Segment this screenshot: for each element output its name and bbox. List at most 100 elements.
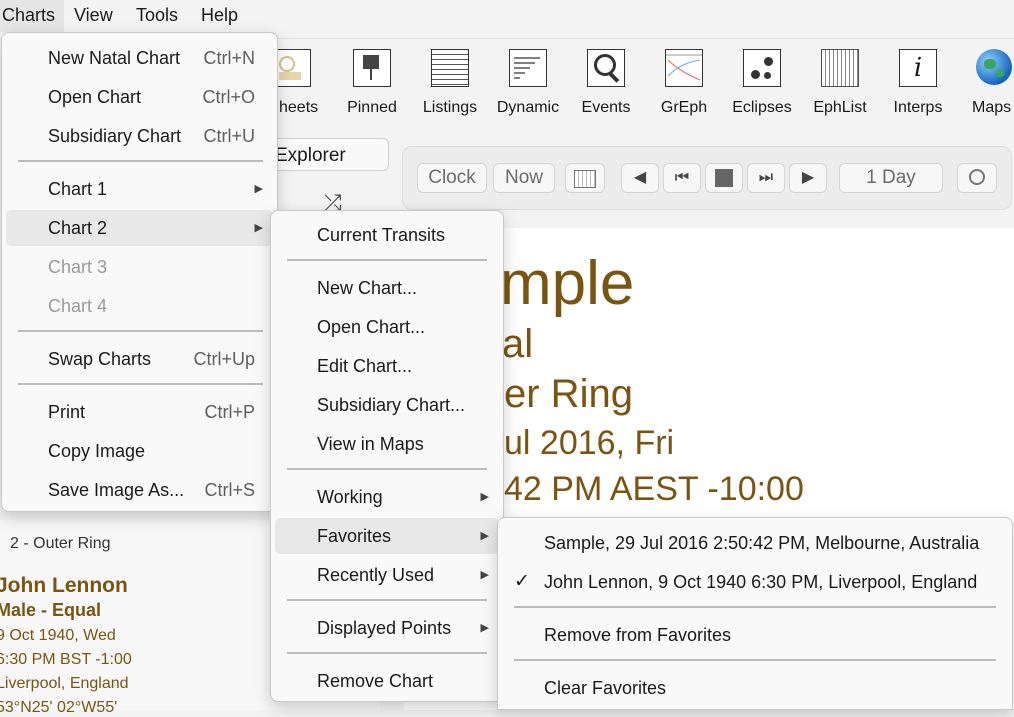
toolbar-ephlist-button[interactable]: EphList xyxy=(812,49,868,117)
menu-item-new-chart[interactable]: New Chart... xyxy=(275,270,499,306)
menu-item-remove-chart[interactable]: Remove Chart xyxy=(275,663,499,699)
now-button[interactable]: Now xyxy=(493,163,555,193)
skip-back-icon: ⏮ xyxy=(674,169,690,186)
menu-separator xyxy=(18,383,263,385)
menu-item-favorites[interactable]: Favorites ▶ xyxy=(275,518,499,554)
birth-time: 6:30 PM BST -1:00 xyxy=(0,651,132,668)
favorite-item-sample[interactable]: Sample, 29 Jul 2016 2:50:42 PM, Melbourn… xyxy=(502,525,1008,561)
menu-item-edit-chart[interactable]: Edit Chart... xyxy=(275,348,499,384)
chevron-right-icon: ▶ xyxy=(254,183,263,195)
stop-button[interactable] xyxy=(705,163,743,193)
menu-item-subsidiary-chart[interactable]: Subsidiary Chart... xyxy=(275,387,499,423)
menu-item-current-transits[interactable]: Current Transits xyxy=(275,217,499,253)
triangle-right-icon: ▶ xyxy=(801,169,815,186)
toolbar-listings-button[interactable]: Listings xyxy=(420,49,480,117)
menu-separator xyxy=(514,606,996,608)
graph-ephemeris-icon xyxy=(665,49,703,87)
menu-item-recently-used[interactable]: Recently Used ▶ xyxy=(275,557,499,593)
favorite-item-john-lennon[interactable]: ✓ John Lennon, 9 Oct 1940 6:30 PM, Liver… xyxy=(502,564,1008,600)
menu-item-clear-favorites[interactable]: Clear Favorites xyxy=(502,670,1008,706)
toolbar-events-button[interactable]: Events xyxy=(580,49,632,117)
chevron-right-icon: ▶ xyxy=(480,569,489,581)
calendar-icon xyxy=(574,170,596,188)
menu-item-open-chart[interactable]: Open Chart Ctrl+O xyxy=(6,79,273,115)
menu-item-chart-2[interactable]: Chart 2 ▶ xyxy=(6,210,273,246)
favorites-submenu: Sample, 29 Jul 2016 2:50:42 PM, Melbourn… xyxy=(497,517,1013,710)
menu-separator xyxy=(287,468,487,470)
pin-icon xyxy=(353,49,391,87)
chevron-right-icon: ▶ xyxy=(480,491,489,503)
toolbar-pinned-button[interactable]: Pinned xyxy=(344,49,400,117)
menu-item-subsidiary-chart[interactable]: Subsidiary Chart Ctrl+U xyxy=(6,118,273,154)
dynamic-icon xyxy=(509,49,547,87)
toolbar-sheets-button[interactable]: heets xyxy=(275,49,325,117)
menu-charts[interactable]: Charts xyxy=(0,0,64,32)
menu-item-chart-4: Chart 4 xyxy=(48,296,108,316)
skip-forward-button[interactable]: ⏭ xyxy=(747,163,785,193)
menu-item-copy-image[interactable]: Copy Image xyxy=(6,433,273,469)
birth-date: 9 Oct 1940, Wed xyxy=(0,627,116,644)
chart-date: ul 2016, Fri xyxy=(504,424,675,462)
menu-separator xyxy=(18,160,263,162)
menu-help[interactable]: Help xyxy=(201,0,238,32)
menu-separator xyxy=(514,659,996,661)
listings-icon xyxy=(431,49,469,87)
menu-item-swap-charts[interactable]: Swap Charts Ctrl+Up xyxy=(6,341,273,377)
menu-tools[interactable]: Tools xyxy=(136,0,178,32)
menu-separator xyxy=(287,259,487,261)
toolbar-maps-button[interactable]: Maps xyxy=(972,49,1014,117)
info-icon: i xyxy=(899,49,937,87)
time-navigation-panel: Clock Now ◀ ⏮ ⏭ ▶ 1 Day xyxy=(402,146,1012,210)
ring-label: 2 - Outer Ring xyxy=(10,535,111,552)
magnifier-list-icon xyxy=(587,49,625,87)
calendar-button[interactable] xyxy=(565,163,605,193)
sheets-icon xyxy=(275,49,311,87)
explorer-tab[interactable]: Explorer xyxy=(262,138,389,171)
chart-name: mple xyxy=(500,249,635,318)
globe-icon xyxy=(976,49,1012,85)
menu-separator xyxy=(18,330,263,332)
menu-item-remove-from-favorites[interactable]: Remove from Favorites xyxy=(502,617,1008,653)
chevron-right-icon: ▶ xyxy=(254,222,263,234)
toolbar-greph-button[interactable]: GrEph xyxy=(658,49,710,117)
menu-separator xyxy=(287,652,487,654)
menu-item-new-natal-chart[interactable]: New Natal Chart Ctrl+N xyxy=(6,40,273,76)
toolbar-dynamic-button[interactable]: Dynamic xyxy=(496,49,560,117)
eclipses-icon xyxy=(743,49,781,87)
chevron-right-icon: ▶ xyxy=(480,530,489,542)
step-back-button[interactable]: ◀ xyxy=(621,163,659,193)
search-button[interactable] xyxy=(957,163,997,193)
chart-ring: er Ring xyxy=(504,372,633,416)
charts-menu: New Natal Chart Ctrl+N Open Chart Ctrl+O… xyxy=(1,32,278,512)
menu-item-working[interactable]: Working ▶ xyxy=(275,479,499,515)
clock-button[interactable]: Clock xyxy=(417,163,487,193)
menu-item-displayed-points[interactable]: Displayed Points ▶ xyxy=(275,610,499,646)
chart-type: al xyxy=(502,322,534,366)
chart-2-submenu: Current Transits New Chart... Open Chart… xyxy=(270,210,504,702)
stop-icon xyxy=(715,169,733,187)
step-forward-button[interactable]: ▶ xyxy=(789,163,827,193)
menu-bar: Charts View Tools Help xyxy=(0,0,1014,32)
birth-place: Liverpool, England xyxy=(0,675,129,692)
menu-separator xyxy=(287,599,487,601)
menu-item-open-chart[interactable]: Open Chart... xyxy=(275,309,499,345)
menu-item-view-in-maps[interactable]: View in Maps xyxy=(275,426,499,462)
interval-selector[interactable]: 1 Day xyxy=(839,163,943,193)
menu-view[interactable]: View xyxy=(74,0,113,32)
person-name: John Lennon xyxy=(0,574,128,597)
skip-back-button[interactable]: ⏮ xyxy=(663,163,701,193)
toolbar-interps-button[interactable]: i Interps xyxy=(892,49,944,117)
menu-item-print[interactable]: Print Ctrl+P xyxy=(6,394,273,430)
toolbar-eclipses-button[interactable]: Eclipses xyxy=(732,49,792,117)
checkmark-icon: ✓ xyxy=(514,571,530,592)
ephemeris-list-icon xyxy=(821,49,859,87)
skip-forward-icon: ⏭ xyxy=(758,169,774,186)
person-details: Male - Equal xyxy=(0,600,102,620)
triangle-left-icon: ◀ xyxy=(633,169,647,186)
chevron-right-icon: ▶ xyxy=(480,622,489,634)
menu-item-chart-1[interactable]: Chart 1 ▶ xyxy=(6,171,273,207)
search-icon xyxy=(969,169,985,185)
chart-time: 42 PM AEST -10:00 xyxy=(504,470,804,508)
birth-coords: 53°N25' 02°W55' xyxy=(0,699,118,716)
menu-item-save-image-as[interactable]: Save Image As... Ctrl+S xyxy=(6,472,273,508)
